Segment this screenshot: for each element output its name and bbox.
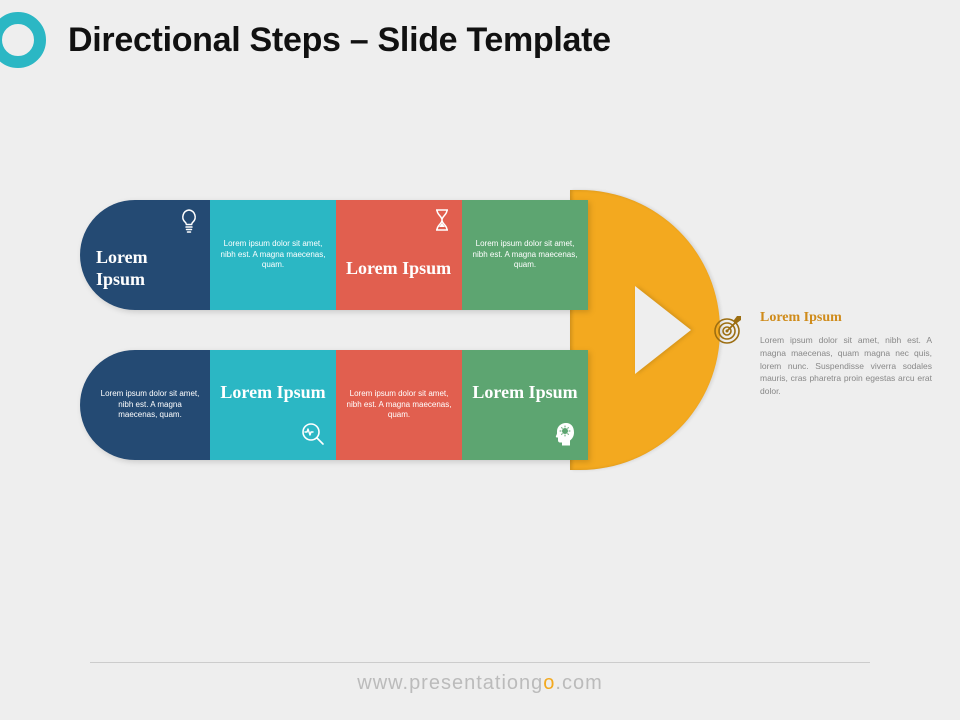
step-body: Lorem ipsum dolor sit amet, nibh est. A …	[346, 389, 452, 421]
target-icon	[712, 312, 746, 351]
step-body: Lorem ipsum dolor sit amet, nibh est. A …	[220, 239, 326, 271]
footer-post: .com	[555, 672, 602, 694]
page-title: Directional Steps – Slide Template	[68, 21, 611, 60]
footer-url: www.presentationgo.com	[0, 672, 960, 695]
step-title: Lorem Ipsum	[220, 382, 325, 404]
step-bot-4: Lorem Ipsum	[462, 350, 588, 460]
step-title: Lorem Ipsum	[346, 258, 451, 280]
lightbulb-icon	[178, 208, 200, 239]
step-body: Lorem ipsum dolor sit amet, nibh est. A …	[90, 389, 200, 421]
hourglass-icon	[432, 208, 452, 237]
head-idea-icon	[552, 421, 578, 452]
result-title: Lorem Ipsum	[760, 310, 932, 326]
result-block: Lorem Ipsum Lorem ipsum dolor sit amet, …	[760, 310, 932, 398]
step-body: Lorem ipsum dolor sit amet, nibh est. A …	[472, 239, 578, 271]
step-top-2: Lorem ipsum dolor sit amet, nibh est. A …	[210, 200, 336, 310]
step-title: Lorem Ipsum	[96, 247, 200, 290]
top-row: Lorem Ipsum Lorem ipsum dolor sit amet, …	[80, 200, 588, 310]
footer-divider	[90, 662, 870, 663]
step-title: Lorem Ipsum	[472, 382, 577, 404]
footer-o: o	[543, 672, 555, 694]
logo-mark	[0, 0, 60, 80]
footer-mid: presentationg	[409, 672, 543, 694]
diagram: Lorem Ipsum Lorem ipsum dolor sit amet, …	[80, 200, 660, 460]
footer-pre: www.	[357, 672, 409, 694]
step-bot-3: Lorem ipsum dolor sit amet, nibh est. A …	[336, 350, 462, 460]
logo-icon	[0, 10, 60, 70]
step-top-3: Lorem Ipsum	[336, 200, 462, 310]
result-body: Lorem ipsum dolor sit amet, nibh est. A …	[760, 334, 932, 398]
header: Directional Steps – Slide Template	[0, 0, 960, 80]
magnifier-pulse-icon	[300, 421, 326, 452]
step-top-4: Lorem ipsum dolor sit amet, nibh est. A …	[462, 200, 588, 310]
step-top-1: Lorem Ipsum	[80, 200, 210, 310]
bottom-row: Lorem ipsum dolor sit amet, nibh est. A …	[80, 350, 588, 460]
step-bot-2: Lorem Ipsum	[210, 350, 336, 460]
arrow-chevron	[635, 286, 691, 374]
step-bot-1: Lorem ipsum dolor sit amet, nibh est. A …	[80, 350, 210, 460]
